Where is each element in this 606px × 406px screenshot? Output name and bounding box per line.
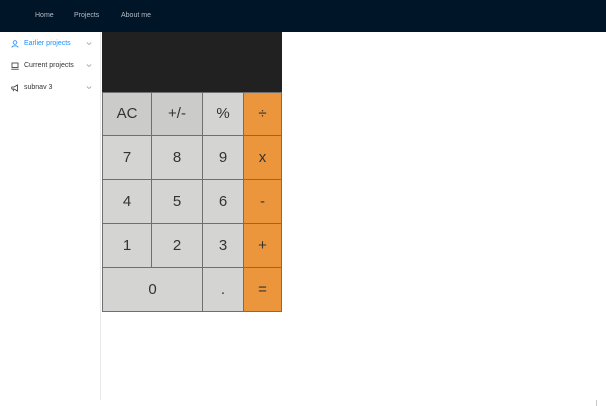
key-decimal[interactable]: . [202,267,244,312]
key-9[interactable]: 9 [202,135,244,180]
nav-home[interactable]: Home [35,0,54,32]
key-sign[interactable]: +/- [151,92,203,136]
key-3[interactable]: 3 [202,223,244,268]
key-5[interactable]: 5 [151,179,203,224]
sidebar-item-subnav-3[interactable]: subnav 3 [0,77,100,99]
key-plus[interactable]: + [243,223,282,268]
key-8[interactable]: 8 [151,135,203,180]
sidebar-item-current-projects[interactable]: Current projects [0,55,100,77]
notification-icon [11,84,18,92]
calculator: AC +/- % ÷ 7 8 9 x 4 5 6 - 1 2 3 + 0 . = [102,32,282,312]
key-6[interactable]: 6 [202,179,244,224]
key-2[interactable]: 2 [151,223,203,268]
key-divide[interactable]: ÷ [243,92,282,136]
sidebar: Earlier projects Current projects subnav… [0,32,101,400]
sidebar-item-label: subnav 3 [24,84,53,91]
key-ac[interactable]: AC [102,92,152,136]
chevron-down-icon [86,64,92,68]
nav-about-me[interactable]: About me [121,0,151,32]
key-multiply[interactable]: x [243,135,282,180]
top-nav-bar: Home Projects About me [0,0,606,32]
key-4[interactable]: 4 [102,179,152,224]
chevron-down-icon [86,86,92,90]
nav-projects[interactable]: Projects [74,0,99,32]
key-minus[interactable]: - [243,179,282,224]
sidebar-item-label: Current projects [24,62,74,69]
calculator-display [102,32,282,92]
resize-handle [596,400,597,406]
sidebar-item-earlier-projects[interactable]: Earlier projects [0,33,100,55]
key-equals[interactable]: = [243,267,282,312]
sidebar-item-label: Earlier projects [24,40,71,47]
laptop-icon [11,62,19,70]
chevron-down-icon [86,42,92,46]
user-icon [11,40,19,48]
key-0[interactable]: 0 [102,267,203,312]
key-1[interactable]: 1 [102,223,152,268]
key-percent[interactable]: % [202,92,244,136]
key-7[interactable]: 7 [102,135,152,180]
